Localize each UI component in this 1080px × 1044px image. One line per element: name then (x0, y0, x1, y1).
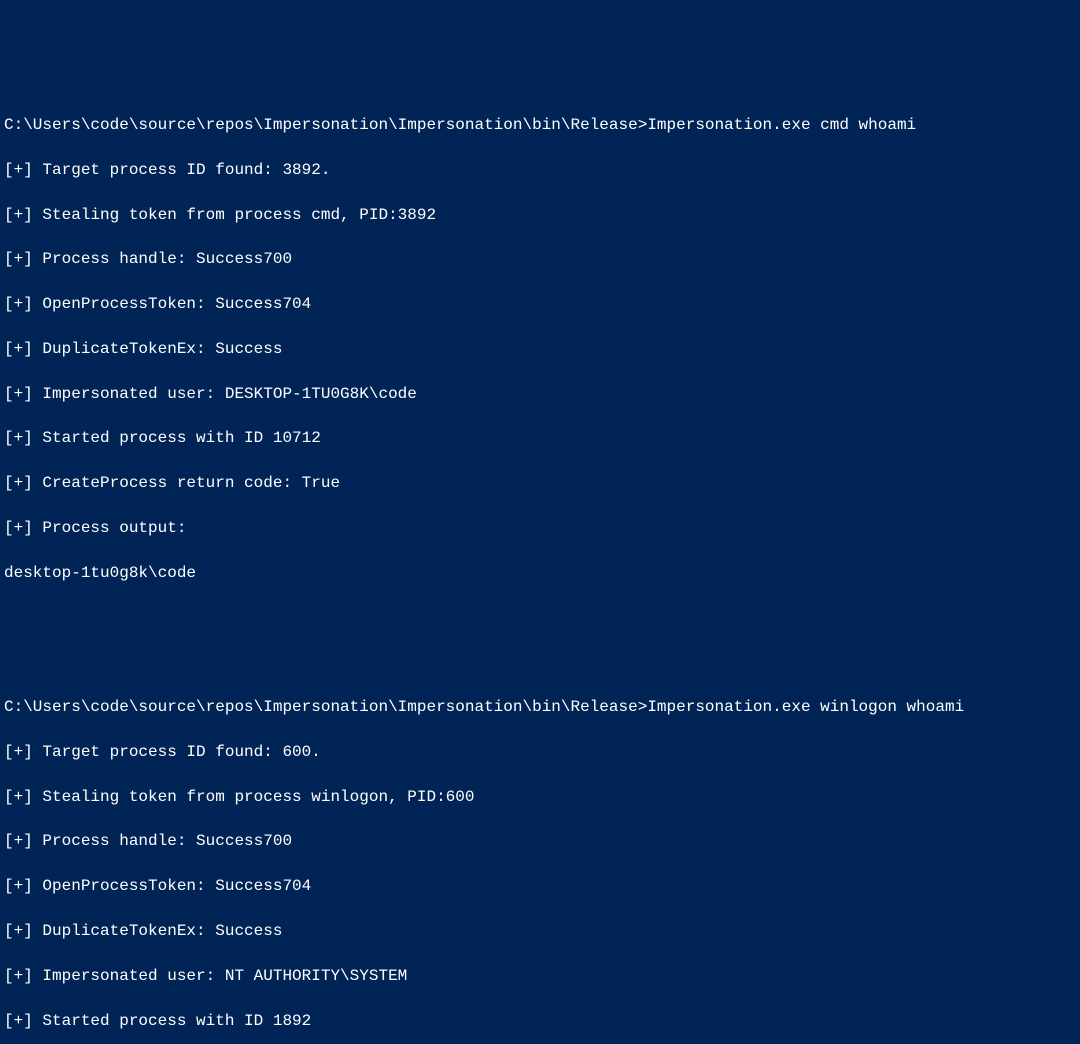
blank-line (4, 607, 1076, 629)
output-line: [+] Target process ID found: 3892. (4, 159, 1076, 181)
output-line: [+] Process handle: Success700 (4, 248, 1076, 270)
terminal-output[interactable]: C:\Users\code\source\repos\Impersonation… (4, 92, 1076, 610)
output-line: [+] Impersonated user: NT AUTHORITY\SYST… (4, 965, 1076, 987)
output-line: [+] DuplicateTokenEx: Success (4, 920, 1076, 942)
output-line: [+] Started process with ID 10712 (4, 427, 1076, 449)
prompt-path-1: C:\Users\code\source\repos\Impersonation… (4, 116, 647, 134)
output-line: [+] Process handle: Success700 (4, 830, 1076, 852)
output-line: [+] OpenProcessToken: Success704 (4, 293, 1076, 315)
command-line-2: C:\Users\code\source\repos\Impersonation… (4, 696, 1076, 718)
output-line: [+] Started process with ID 1892 (4, 1010, 1076, 1032)
command-1: Impersonation.exe cmd whoami (647, 116, 916, 134)
command-line-1: C:\Users\code\source\repos\Impersonation… (4, 114, 1076, 136)
command-2: Impersonation.exe winlogon whoami (647, 698, 964, 716)
output-line: [+] DuplicateTokenEx: Success (4, 338, 1076, 360)
blank-line (4, 651, 1076, 673)
output-line: [+] CreateProcess return code: True (4, 472, 1076, 494)
output-line: [+] OpenProcessToken: Success704 (4, 875, 1076, 897)
output-line: [+] Target process ID found: 600. (4, 741, 1076, 763)
output-line: [+] Stealing token from process cmd, PID… (4, 204, 1076, 226)
output-line: [+] Impersonated user: DESKTOP-1TU0G8K\c… (4, 383, 1076, 405)
prompt-path-2: C:\Users\code\source\repos\Impersonation… (4, 698, 647, 716)
output-line: [+] Process output: (4, 517, 1076, 539)
output-line: [+] Stealing token from process winlogon… (4, 786, 1076, 808)
output-line: desktop-1tu0g8k\code (4, 562, 1076, 584)
